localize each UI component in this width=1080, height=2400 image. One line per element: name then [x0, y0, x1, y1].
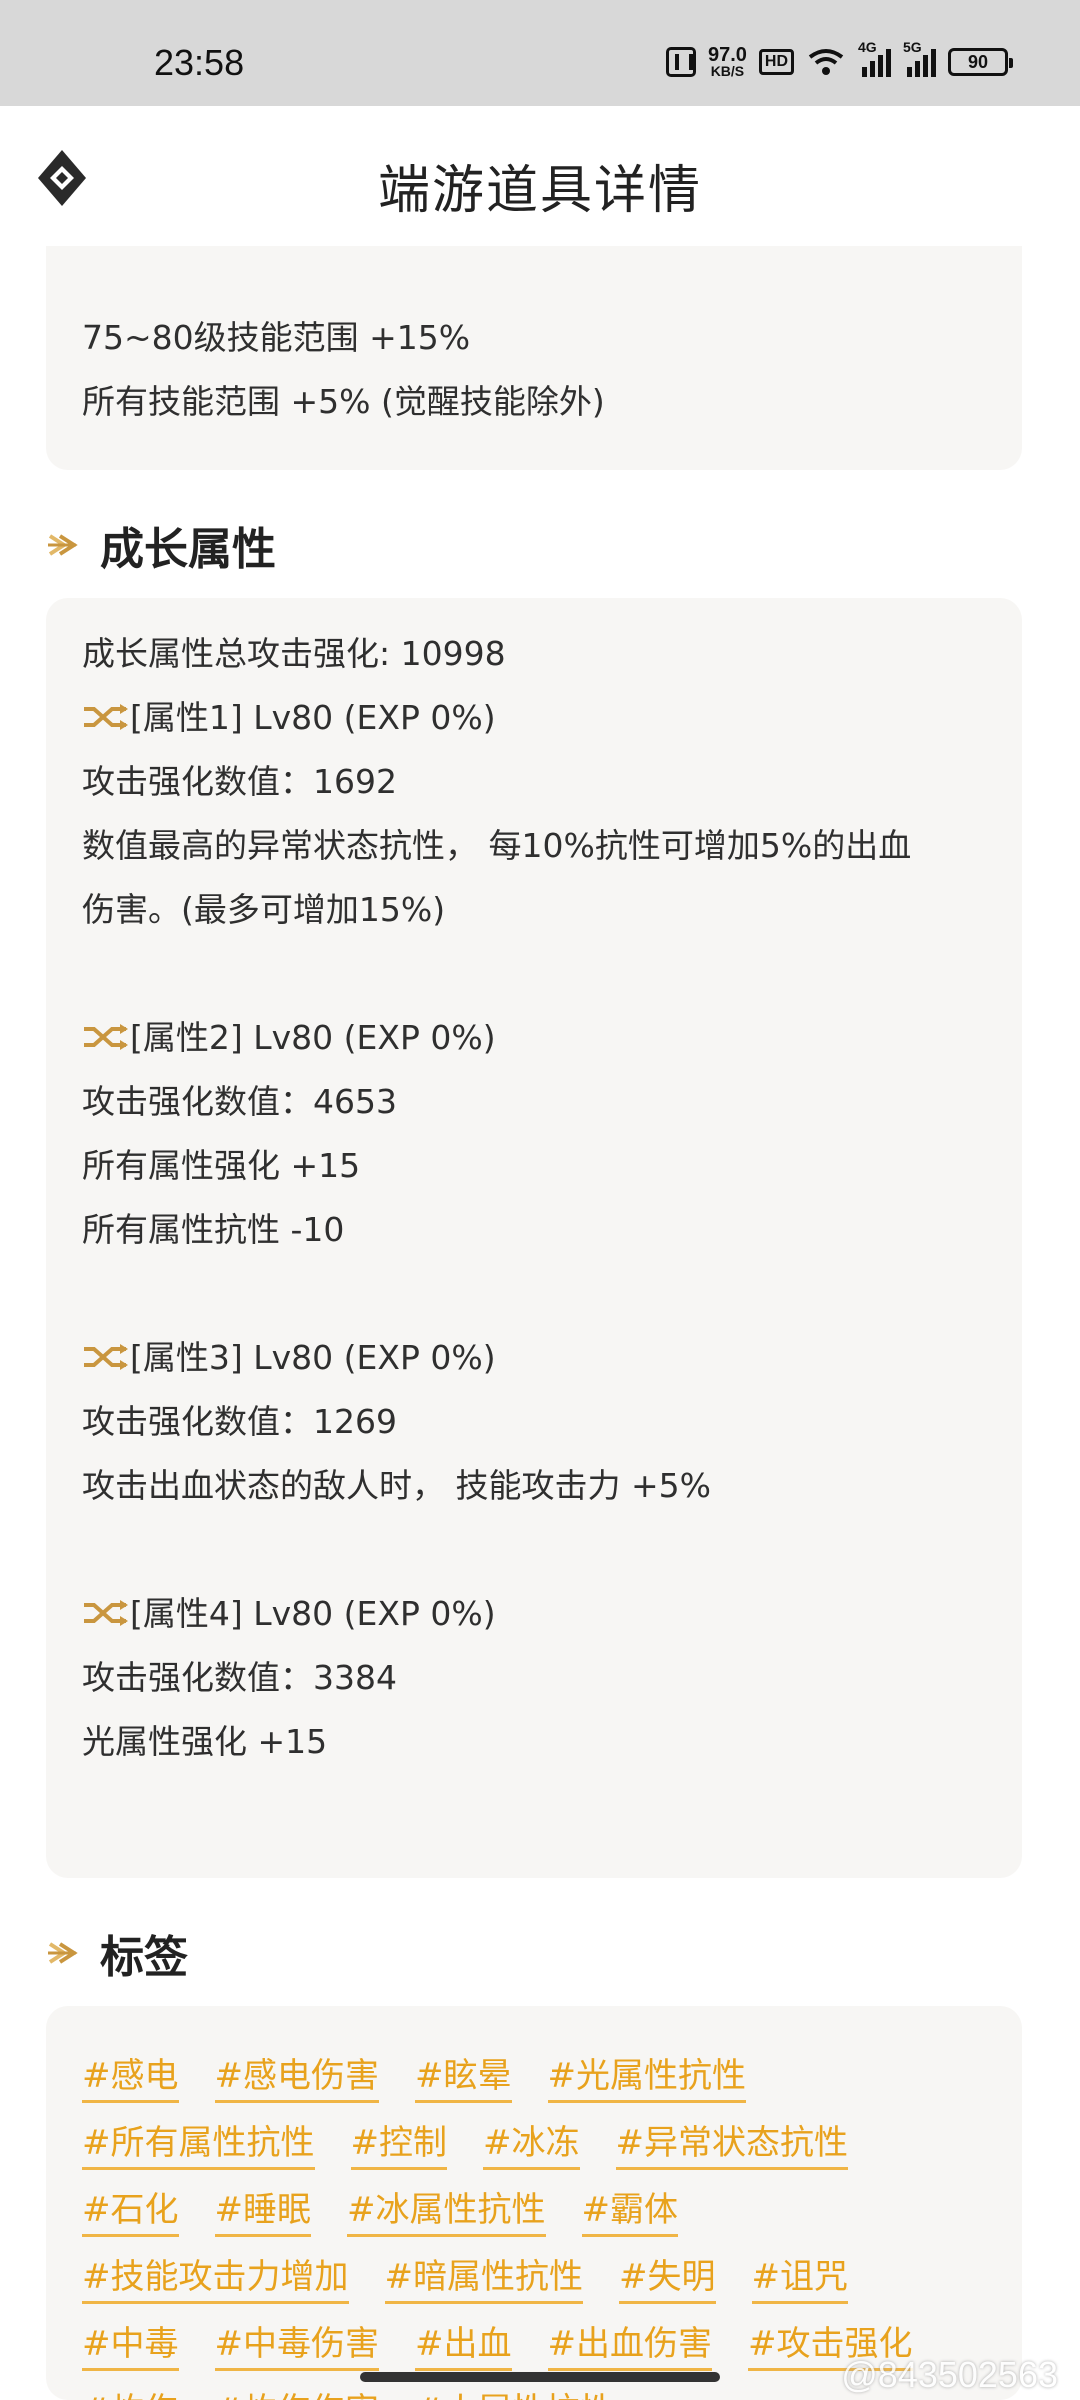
- status-icons: 97.0 KB/S HD 4G 5G 90: [665, 39, 1013, 79]
- signal-4g-icon: 4G: [858, 39, 891, 77]
- growth-attributes-card: 成长属性总攻击强化: 10998 [属性1] Lv80 (EXP 0%) 攻击强…: [46, 598, 1022, 1878]
- hd-icon: HD: [758, 49, 794, 75]
- wifi-icon: [808, 49, 844, 75]
- tag-link[interactable]: #灼伤: [82, 2387, 179, 2400]
- network-speed: 97.0 KB/S: [707, 44, 747, 79]
- attack-value-2: 攻击强化数值：4653: [82, 1082, 397, 1121]
- tag-link[interactable]: #冰冻: [483, 2119, 580, 2170]
- attribute-header-2-text: [属性2] Lv80 (EXP 0%): [130, 1018, 496, 1057]
- tag-link[interactable]: #暗属性抗性: [384, 2253, 583, 2304]
- tag-link[interactable]: #中毒: [82, 2320, 179, 2371]
- arrow-right-icon: [48, 1942, 78, 1964]
- signal-5g-icon: 5G: [903, 39, 936, 77]
- attribute-desc-3: 攻击出血状态的敌人时， 技能攻击力 +5%: [82, 1466, 711, 1505]
- attribute-header-2: [属性2] Lv80 (EXP 0%): [82, 1006, 986, 1070]
- tag-link[interactable]: #出血: [415, 2320, 512, 2371]
- attribute-desc-2b: 所有属性抗性 -10: [82, 1210, 345, 1249]
- tags-section-header: 标签: [46, 1918, 188, 1988]
- attack-value-4: 攻击强化数值：3384: [82, 1658, 397, 1697]
- signal-4g-label: 4G: [858, 39, 877, 55]
- tag-link[interactable]: #火属性抗性: [415, 2387, 614, 2400]
- shuffle-icon[interactable]: [82, 1599, 130, 1627]
- battery-icon: 90: [948, 48, 1013, 76]
- attribute-header-4-text: [属性4] Lv80 (EXP 0%): [130, 1594, 496, 1633]
- growth-total: 成长属性总攻击强化: 10998: [82, 634, 506, 673]
- growth-section-title: 成长属性: [100, 524, 276, 575]
- tags-section-title: 标签: [100, 1932, 188, 1983]
- tag-link[interactable]: #异常状态抗性: [615, 2119, 848, 2170]
- attribute-header-4: [属性4] Lv80 (EXP 0%): [82, 1582, 986, 1646]
- home-indicator[interactable]: [360, 2372, 720, 2382]
- attribute-header-1: [属性1] Lv80 (EXP 0%): [82, 686, 986, 750]
- skill-range-line-2: 所有技能范围 +5% (觉醒技能除外): [82, 382, 605, 421]
- tag-link[interactable]: #所有属性抗性: [82, 2119, 315, 2170]
- watermark: @843502563: [841, 2354, 1058, 2395]
- tag-link[interactable]: #诅咒: [751, 2253, 848, 2304]
- tag-link[interactable]: #睡眠: [214, 2186, 311, 2237]
- arrow-right-icon: [48, 534, 78, 556]
- status-time: 23:58: [154, 42, 245, 83]
- attribute-header-1-text: [属性1] Lv80 (EXP 0%): [130, 698, 496, 737]
- tag-link[interactable]: #灼伤伤害: [215, 2387, 380, 2400]
- skill-range-line-1: 75~80级技能范围 +15%: [82, 318, 471, 357]
- attribute-desc-4: 光属性强化 +15: [82, 1722, 328, 1761]
- tag-link[interactable]: #感电: [82, 2052, 179, 2103]
- network-speed-value: 97.0: [707, 44, 747, 66]
- tags-card: #感电 #感电伤害 #眩晕 #光属性抗性 #所有属性抗性 #控制 #冰冻 #异常状态抗性 #石化…: [46, 2006, 1022, 2400]
- attribute-header-3: [属性3] Lv80 (EXP 0%): [82, 1326, 986, 1390]
- attribute-header-3-text: [属性3] Lv80 (EXP 0%): [130, 1338, 496, 1377]
- tag-link[interactable]: #控制: [350, 2119, 447, 2170]
- attack-value-1: 攻击强化数值：1692: [82, 762, 397, 801]
- tag-link[interactable]: #冰属性抗性: [347, 2186, 546, 2237]
- nfc-icon: [665, 47, 696, 77]
- attribute-desc-1a: 数值最高的异常状态抗性， 每10%抗性可增加5%的出血: [82, 826, 912, 865]
- shuffle-icon[interactable]: [82, 1343, 130, 1371]
- growth-section-header: 成长属性: [46, 510, 276, 580]
- tag-link[interactable]: #技能攻击力增加: [82, 2253, 349, 2304]
- tag-link[interactable]: #失明: [619, 2253, 716, 2304]
- shuffle-icon[interactable]: [82, 703, 130, 731]
- tag-link[interactable]: #石化: [82, 2186, 179, 2237]
- tag-link[interactable]: #感电伤害: [214, 2052, 379, 2103]
- tag-link[interactable]: #中毒伤害: [214, 2320, 379, 2371]
- status-bar: 23:58 97.0 KB/S HD 4G 5G 90: [0, 0, 1080, 106]
- attack-value-3: 攻击强化数值：1269: [82, 1402, 397, 1441]
- network-speed-unit: KB/S: [710, 63, 745, 79]
- shuffle-icon[interactable]: [82, 1023, 130, 1051]
- attribute-desc-1b: 伤害。(最多可增加15%): [82, 890, 446, 929]
- skill-range-card: 75~80级技能范围 +15% 所有技能范围 +5% (觉醒技能除外): [46, 246, 1022, 470]
- signal-5g-label: 5G: [903, 39, 922, 55]
- page-title: 端游道具详情: [377, 161, 702, 221]
- tag-link[interactable]: #光属性抗性: [547, 2052, 746, 2103]
- attribute-desc-2a: 所有属性强化 +15: [82, 1146, 361, 1185]
- tag-link[interactable]: #霸体: [581, 2186, 678, 2237]
- tag-link[interactable]: #眩晕: [415, 2052, 512, 2103]
- tag-link[interactable]: #出血伤害: [547, 2320, 712, 2371]
